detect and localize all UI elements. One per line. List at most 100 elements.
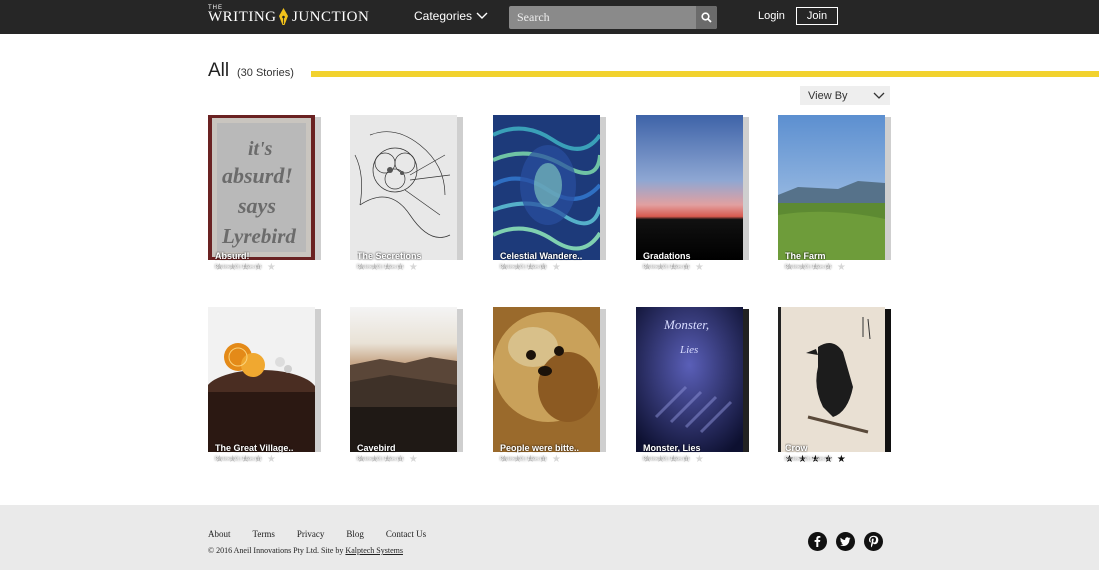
search-icon xyxy=(701,12,712,23)
story-stats: Reviews (0) | Likes (1) xyxy=(643,457,689,462)
story-stats: Reviews (0) | Likes (2) xyxy=(785,265,831,270)
top-navbar: THE WRITING JUNCTION Categories Login Jo… xyxy=(0,0,1099,34)
story-cover xyxy=(493,115,600,260)
view-by-label: View By xyxy=(808,89,848,102)
star-icon[interactable]: ★ xyxy=(552,262,561,273)
story-card[interactable]: Monster, Lies Monster, Lies Reviews (0) … xyxy=(636,307,749,467)
cover-image xyxy=(493,115,600,260)
story-title: The Farm xyxy=(785,251,826,261)
star-icon[interactable]: ★ xyxy=(695,262,704,273)
cover-shadow xyxy=(743,309,749,452)
categories-menu[interactable]: Categories xyxy=(414,9,488,23)
story-card[interactable]: Crow Reviews (0) | Likes (3) ★ ★ ★ ★ ★ xyxy=(778,307,891,467)
footer-link-terms[interactable]: Terms xyxy=(253,529,275,539)
story-stats: Reviews (0) | Likes (0) xyxy=(500,265,546,270)
cover-art-text: Monster, xyxy=(663,317,709,332)
cover-shadow xyxy=(885,309,891,452)
site-logo[interactable]: THE WRITING JUNCTION xyxy=(208,5,370,29)
site-footer: About Terms Privacy Blog Contact Us © 20… xyxy=(0,505,1099,570)
credit-link[interactable]: Kalptech Systems xyxy=(345,546,403,555)
story-title: Absurd! xyxy=(215,251,250,261)
pinterest-link[interactable] xyxy=(864,532,883,551)
copyright-text: © 2016 Aneil Innovations Pty Ltd. Site b… xyxy=(208,546,403,555)
story-title: Cavebird xyxy=(357,443,396,453)
cover-image xyxy=(350,307,457,452)
star-icon[interactable]: ★ xyxy=(267,262,276,273)
facebook-icon xyxy=(814,536,821,547)
footer-link-about[interactable]: About xyxy=(208,529,231,539)
story-card[interactable]: Celestial Wandere.. Reviews (0) | Likes … xyxy=(493,115,606,275)
story-stats: Reviews (0) | Likes (1) xyxy=(215,265,261,270)
cover-shadow xyxy=(600,309,606,452)
story-stats: Reviews (0) | Likes (1) xyxy=(500,457,546,462)
story-title: The Great Village.. xyxy=(215,443,294,453)
story-cover xyxy=(208,307,315,452)
pen-nib-icon xyxy=(279,8,288,25)
story-stats: Reviews (0) | Likes (1) xyxy=(357,457,403,462)
story-card[interactable]: The Farm Reviews (0) | Likes (2) ★ ★ ★ ★ ★ xyxy=(778,115,891,275)
story-title: Crow xyxy=(785,443,808,453)
story-card[interactable]: it's absurd! says Lyrebird Absurd! Revie… xyxy=(208,115,321,275)
login-link[interactable]: Login xyxy=(758,10,785,22)
cover-shadow xyxy=(885,117,891,260)
star-icon[interactable]: ★ xyxy=(409,262,418,273)
story-cover xyxy=(350,307,457,452)
title-divider xyxy=(311,71,1099,77)
svg-text:says: says xyxy=(237,193,276,218)
story-stats: Reviews (0) | Likes (1) xyxy=(643,265,689,270)
cover-image xyxy=(636,115,743,260)
story-card[interactable]: The Great Village.. Reviews (0) | Likes … xyxy=(208,307,321,467)
search-bar xyxy=(509,6,717,29)
cover-image xyxy=(493,307,600,452)
story-card[interactable]: Cavebird Reviews (0) | Likes (1) ★ ★ ★ ★ ★ xyxy=(350,307,463,467)
story-title: Gradations xyxy=(643,251,691,261)
star-icon[interactable]: ★ xyxy=(837,262,846,273)
facebook-link[interactable] xyxy=(808,532,827,551)
twitter-link[interactable] xyxy=(836,532,855,551)
story-count: (30 Stories) xyxy=(237,67,294,79)
search-button[interactable] xyxy=(696,6,717,29)
story-cover xyxy=(636,115,743,260)
search-input[interactable] xyxy=(509,6,696,29)
cover-shadow xyxy=(315,309,321,452)
star-icon[interactable]: ★ xyxy=(837,454,846,465)
categories-label: Categories xyxy=(414,9,473,23)
pinterest-icon xyxy=(869,535,879,548)
story-cover xyxy=(350,115,457,260)
story-title: People were bitte.. xyxy=(500,443,580,453)
cover-shadow xyxy=(600,117,606,260)
cover-image xyxy=(778,307,885,452)
cover-art-text: Lies xyxy=(679,344,698,356)
story-cover xyxy=(493,307,600,452)
story-card[interactable]: Gradations Reviews (0) | Likes (1) ★ ★ ★ ★ ★ xyxy=(636,115,749,275)
cover-shadow xyxy=(743,117,749,260)
svg-text:absurd!: absurd! xyxy=(222,163,293,188)
story-card[interactable]: The Secretions Reviews (0) | Likes (1) ★… xyxy=(350,115,463,275)
logo-word-writing: WRITING xyxy=(208,9,277,25)
story-cover xyxy=(778,307,885,452)
footer-link-privacy[interactable]: Privacy xyxy=(297,529,325,539)
story-card[interactable]: People were bitte.. Reviews (0) | Likes … xyxy=(493,307,606,467)
star-icon[interactable]: ★ xyxy=(552,454,561,465)
cover-image xyxy=(350,115,457,260)
twitter-icon xyxy=(840,537,851,546)
star-icon[interactable]: ★ xyxy=(409,454,418,465)
view-by-dropdown[interactable]: View By xyxy=(800,86,890,105)
story-cover: it's absurd! says Lyrebird xyxy=(208,115,315,260)
footer-link-blog[interactable]: Blog xyxy=(346,529,364,539)
story-title: Monster, Lies xyxy=(643,443,701,453)
cover-shadow xyxy=(457,117,463,260)
footer-link-contact[interactable]: Contact Us xyxy=(386,529,426,539)
cover-image: Monster, Lies xyxy=(636,307,743,452)
cover-shadow xyxy=(457,309,463,452)
svg-text:Lyrebird: Lyrebird xyxy=(221,224,296,248)
cover-image xyxy=(778,115,885,260)
star-icon[interactable]: ★ xyxy=(267,454,276,465)
cover-shadow xyxy=(315,117,321,260)
star-icon[interactable]: ★ xyxy=(695,454,704,465)
join-button[interactable]: Join xyxy=(796,7,838,25)
story-cover: Monster, Lies xyxy=(636,307,743,452)
logo-word-junction: JUNCTION xyxy=(292,9,370,25)
story-stats: Reviews (0) | Likes (1) xyxy=(215,457,261,462)
cover-image: it's absurd! says Lyrebird xyxy=(208,115,315,260)
